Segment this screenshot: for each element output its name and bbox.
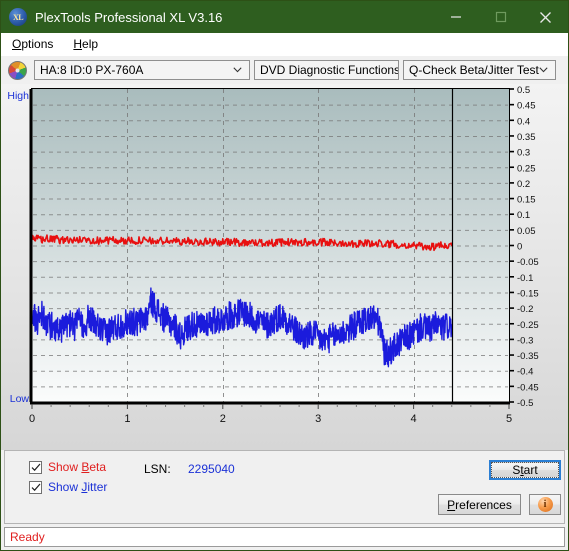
menu-item-help[interactable]: Help (64, 35, 107, 53)
y-tick-label: 0.25 (517, 163, 536, 174)
menu-item-options[interactable]: Options (3, 35, 62, 53)
beta-jitter-chart: 0.5 0.45 0.4 0.35 0.3 0.25 0.2 0.15 0.1 0.05 0 -0.0… (7, 85, 539, 425)
show-jitter-label: Show Jitter (48, 480, 107, 494)
y-tick-label: 0 (517, 242, 522, 253)
x-tick-label: 0 (29, 413, 35, 425)
show-beta-label: Show Beta (48, 460, 106, 474)
show-jitter-checkbox-row[interactable]: Show Jitter (29, 480, 107, 494)
start-button-prefix: S (512, 463, 521, 477)
y-tick-label: 0.4 (517, 116, 530, 127)
y-tick-label: -0.15 (517, 288, 539, 299)
axis-high-label: High (7, 90, 29, 102)
window-title: PlexTools Professional XL V3.16 (35, 9, 223, 25)
y-tick-label: 0.3 (517, 148, 530, 159)
y-tick-label: 0.1 (517, 210, 530, 221)
show-beta-label-suffix: eta (89, 460, 107, 474)
preferences-button-accel: P (447, 497, 456, 512)
chart-panel: 0.5 0.45 0.4 0.35 0.3 0.25 0.2 0.15 0.1 0.05 0 -0.0… (1, 84, 568, 450)
selector-toolbar: HA:8 ID:0 PX-760A DVD Diagnostic Functio… (1, 56, 568, 84)
info-button[interactable]: i (529, 494, 561, 515)
minimize-icon[interactable] (433, 1, 478, 33)
y-tick-label: 0.5 (517, 85, 530, 96)
preferences-button[interactable]: Preferences (438, 494, 521, 515)
x-tick-label: 5 (506, 413, 512, 425)
y-tick-label: -0.4 (517, 367, 533, 378)
lsn-value: 2295040 (188, 462, 235, 476)
show-jitter-checkbox[interactable] (29, 480, 42, 494)
title-bar: XL PlexTools Professional XL V3.16 (1, 1, 568, 33)
status-text: Ready (10, 530, 45, 544)
axis-low-label: Low (10, 393, 30, 405)
x-tick-label: 2 (220, 413, 226, 425)
y-tick-label: -0.5 (517, 398, 533, 409)
y-tick-label: -0.3 (517, 335, 533, 346)
function-selector-value: DVD Diagnostic Functions (260, 63, 399, 77)
drive-selector[interactable]: HA:8 ID:0 PX-760A (34, 60, 250, 80)
show-beta-checkbox-row[interactable]: Show Beta (29, 460, 106, 474)
show-beta-label-prefix: Show (48, 460, 82, 474)
preferences-button-label: Preferences (447, 498, 512, 512)
x-tick-label: 3 (315, 413, 321, 425)
start-button[interactable]: St art (489, 460, 561, 480)
maximize-icon[interactable] (478, 1, 523, 33)
disc-icon (8, 60, 27, 80)
app-logo-text: XL (12, 12, 24, 22)
lsn-label: LSN: (144, 462, 171, 476)
menu-bar: Options Help (1, 33, 568, 56)
start-button-inner: St art (491, 462, 559, 478)
app-logo-icon: XL (9, 8, 27, 26)
menu-item-help-label: elp (82, 37, 99, 51)
y-tick-label: 0.45 (517, 101, 536, 112)
show-jitter-label-prefix: Show (48, 480, 82, 494)
x-tick-label: 1 (124, 413, 130, 425)
y-tick-label: 0.15 (517, 195, 536, 206)
y-tick-label: -0.25 (517, 320, 539, 331)
show-beta-checkbox[interactable] (29, 460, 42, 474)
y-tick-label: 0.35 (517, 132, 536, 143)
test-selector-value: Q-Check Beta/Jitter Test (409, 63, 539, 77)
chevron-down-icon (233, 66, 242, 75)
menu-item-options-label: ptions (21, 37, 54, 51)
info-icon: i (537, 497, 553, 512)
start-button-suffix: art (523, 463, 538, 477)
controls-panel: Show Beta Show Jitter LSN: 2295040 St art… (4, 450, 565, 524)
info-icon-glyph: i (543, 499, 547, 510)
x-tick-label: 4 (411, 413, 417, 425)
y-tick-label: -0.2 (517, 304, 533, 315)
y-tick-label: 0.2 (517, 179, 530, 190)
y-tick-label: -0.35 (517, 351, 539, 362)
chevron-down-icon (539, 66, 548, 75)
drive-selector-value: HA:8 ID:0 PX-760A (40, 63, 144, 77)
preferences-button-suffix: references (455, 497, 512, 512)
show-jitter-label-suffix: itter (87, 480, 108, 494)
application-window: XL PlexTools Professional XL V3.16 Optio… (0, 0, 569, 551)
function-selector[interactable]: DVD Diagnostic Functions (254, 60, 399, 80)
test-selector[interactable]: Q-Check Beta/Jitter Test (403, 60, 556, 80)
y-tick-label: 0.05 (517, 226, 536, 237)
close-icon[interactable] (523, 1, 568, 33)
window-controls (433, 1, 568, 33)
y-tick-label: -0.45 (517, 382, 539, 393)
y-tick-label: -0.1 (517, 273, 533, 284)
status-bar: Ready (4, 527, 565, 547)
y-tick-label: -0.05 (517, 257, 539, 268)
